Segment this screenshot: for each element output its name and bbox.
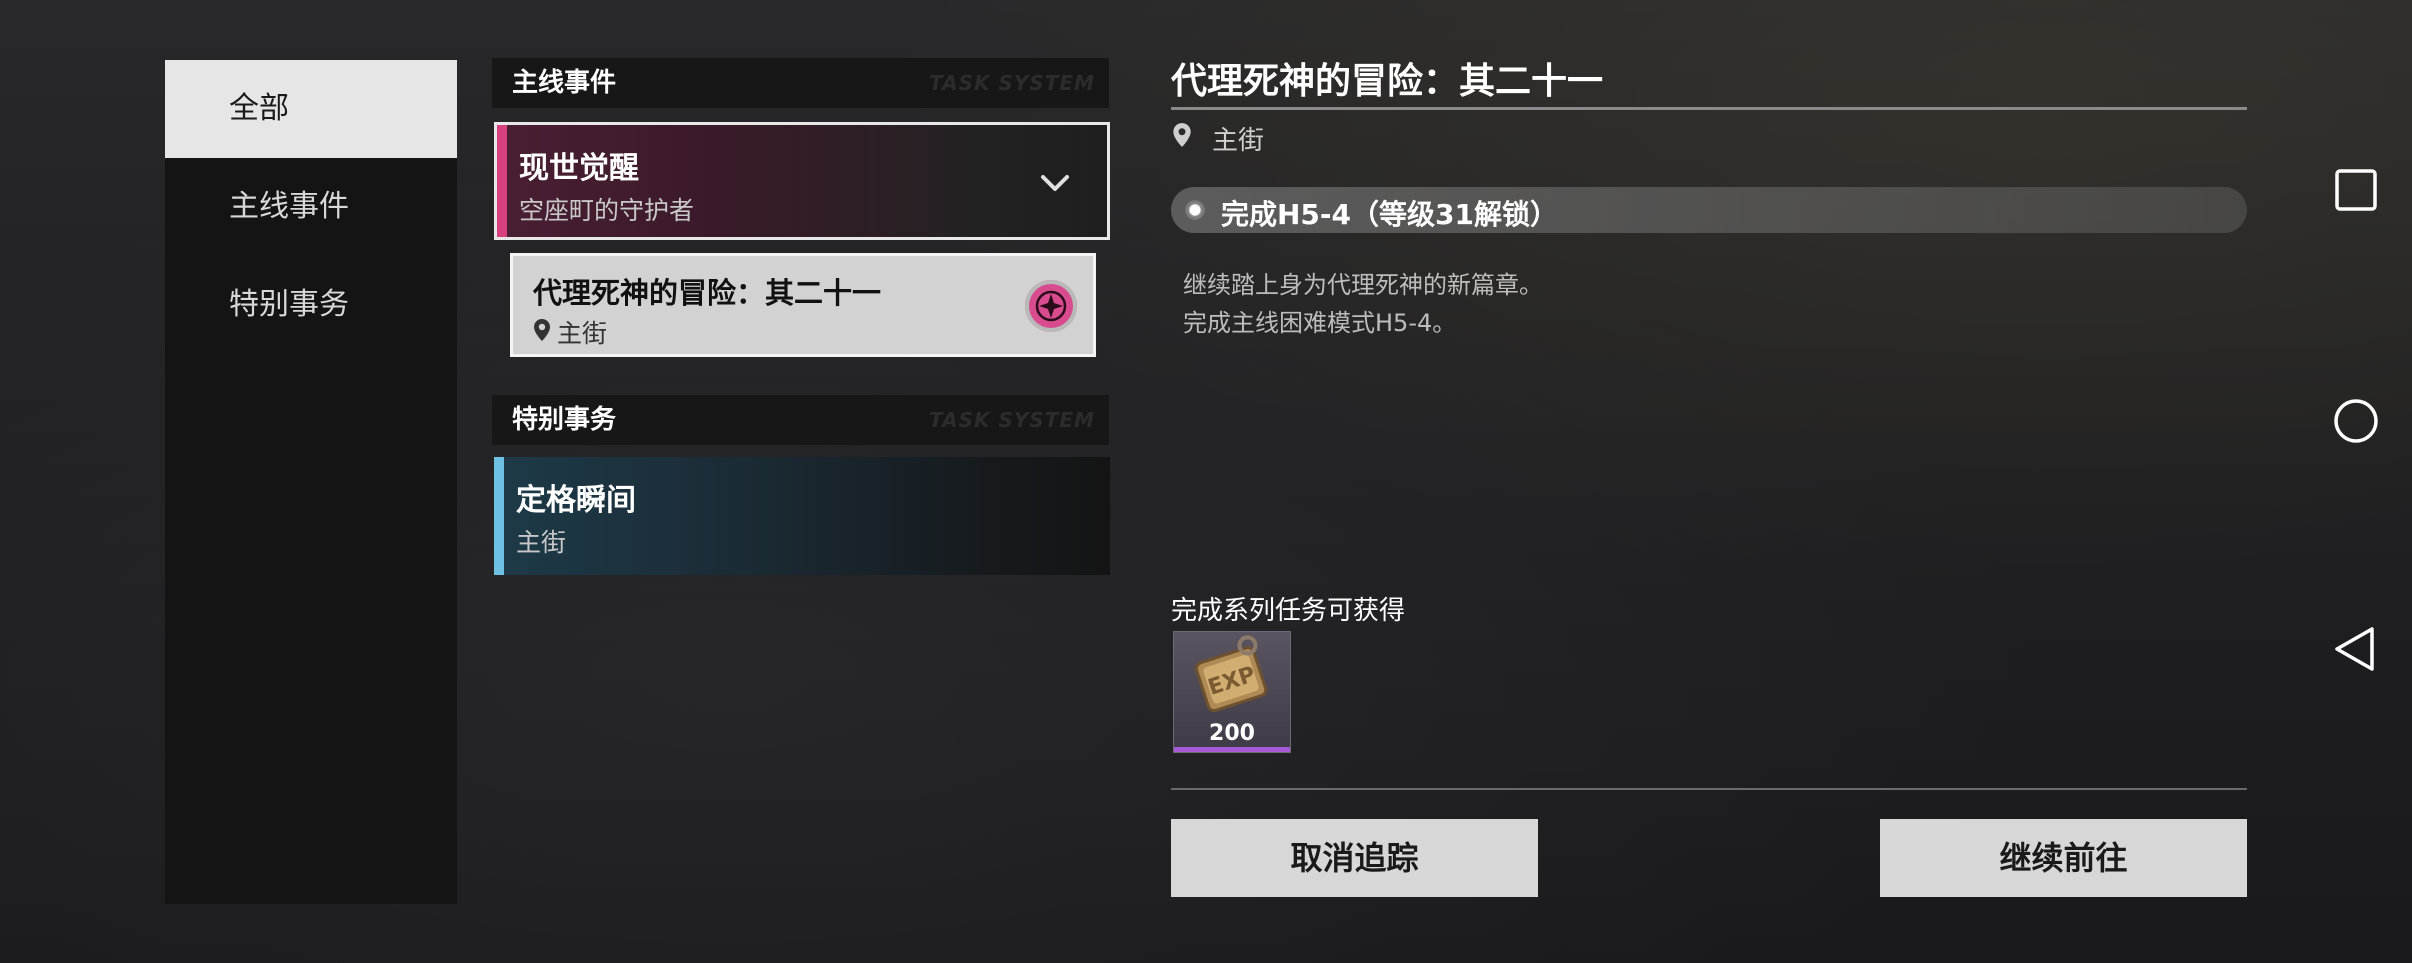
- back-icon[interactable]: [2332, 625, 2380, 673]
- subtask-card-selected[interactable]: 代理死神的冒险：其二十一 主街: [510, 253, 1096, 357]
- home-icon[interactable]: [2332, 397, 2380, 445]
- requirement-text: 完成H5-4（等级31解锁）: [1221, 198, 1558, 231]
- task-card-special[interactable]: 定格瞬间 主街: [494, 457, 1110, 575]
- location-pin-icon: [1173, 123, 1191, 147]
- track-button[interactable]: [1025, 280, 1077, 332]
- sidebar-item-special-affairs[interactable]: 特别事务: [165, 256, 457, 354]
- title-divider: [1171, 107, 2247, 110]
- task-subtitle: 主街: [516, 528, 567, 557]
- sidebar-item-main-events[interactable]: 主线事件: [165, 158, 457, 256]
- compass-star-icon: [1035, 290, 1067, 322]
- radio-dot-icon: [1185, 200, 1205, 220]
- subtask-title: 代理死神的冒险：其二十一: [533, 276, 882, 310]
- description-line: 完成主线困难模式H5-4。: [1183, 309, 1457, 337]
- section-header-special: 特别事务 TASK SYSTEM: [492, 395, 1109, 445]
- rarity-bar: [1174, 747, 1290, 752]
- section-header-main: 主线事件 TASK SYSTEM: [492, 58, 1109, 108]
- reward-item[interactable]: EXP 200: [1173, 631, 1291, 753]
- location-pin-icon: [534, 319, 550, 341]
- task-card-main[interactable]: 现世觉醒 空座町的守护者: [494, 122, 1110, 240]
- section-watermark: TASK SYSTEM: [929, 408, 1095, 432]
- cancel-tracking-button[interactable]: 取消追踪: [1171, 819, 1538, 897]
- task-title: 定格瞬间: [516, 483, 636, 518]
- reward-label: 完成系列任务可获得: [1171, 596, 1406, 626]
- sidebar-item-all[interactable]: 全部: [165, 60, 457, 158]
- section-watermark: TASK SYSTEM: [929, 71, 1095, 95]
- task-accent-bar: [497, 125, 507, 237]
- section-title: 主线事件: [512, 68, 617, 98]
- description-line: 继续踏上身为代理死神的新篇章。: [1183, 271, 1543, 299]
- subtask-location: 主街: [557, 319, 608, 348]
- recent-apps-icon[interactable]: [2332, 166, 2380, 214]
- reward-count: 200: [1209, 721, 1255, 746]
- requirement-pill: 完成H5-4（等级31解锁）: [1171, 187, 2247, 233]
- section-title: 特别事务: [512, 405, 617, 435]
- task-title: 现世觉醒: [519, 151, 639, 186]
- detail-title: 代理死神的冒险：其二十一: [1171, 60, 1604, 102]
- footer-divider: [1171, 788, 2247, 790]
- category-sidebar: 全部 主线事件 特别事务: [165, 60, 457, 904]
- task-subtitle: 空座町的守护者: [519, 196, 695, 225]
- continue-button[interactable]: 继续前往: [1880, 819, 2247, 897]
- detail-location: 主街: [1212, 126, 1265, 156]
- exp-badge-icon: EXP: [1194, 635, 1268, 713]
- chevron-down-icon[interactable]: [1037, 165, 1073, 201]
- task-accent-bar: [494, 457, 504, 575]
